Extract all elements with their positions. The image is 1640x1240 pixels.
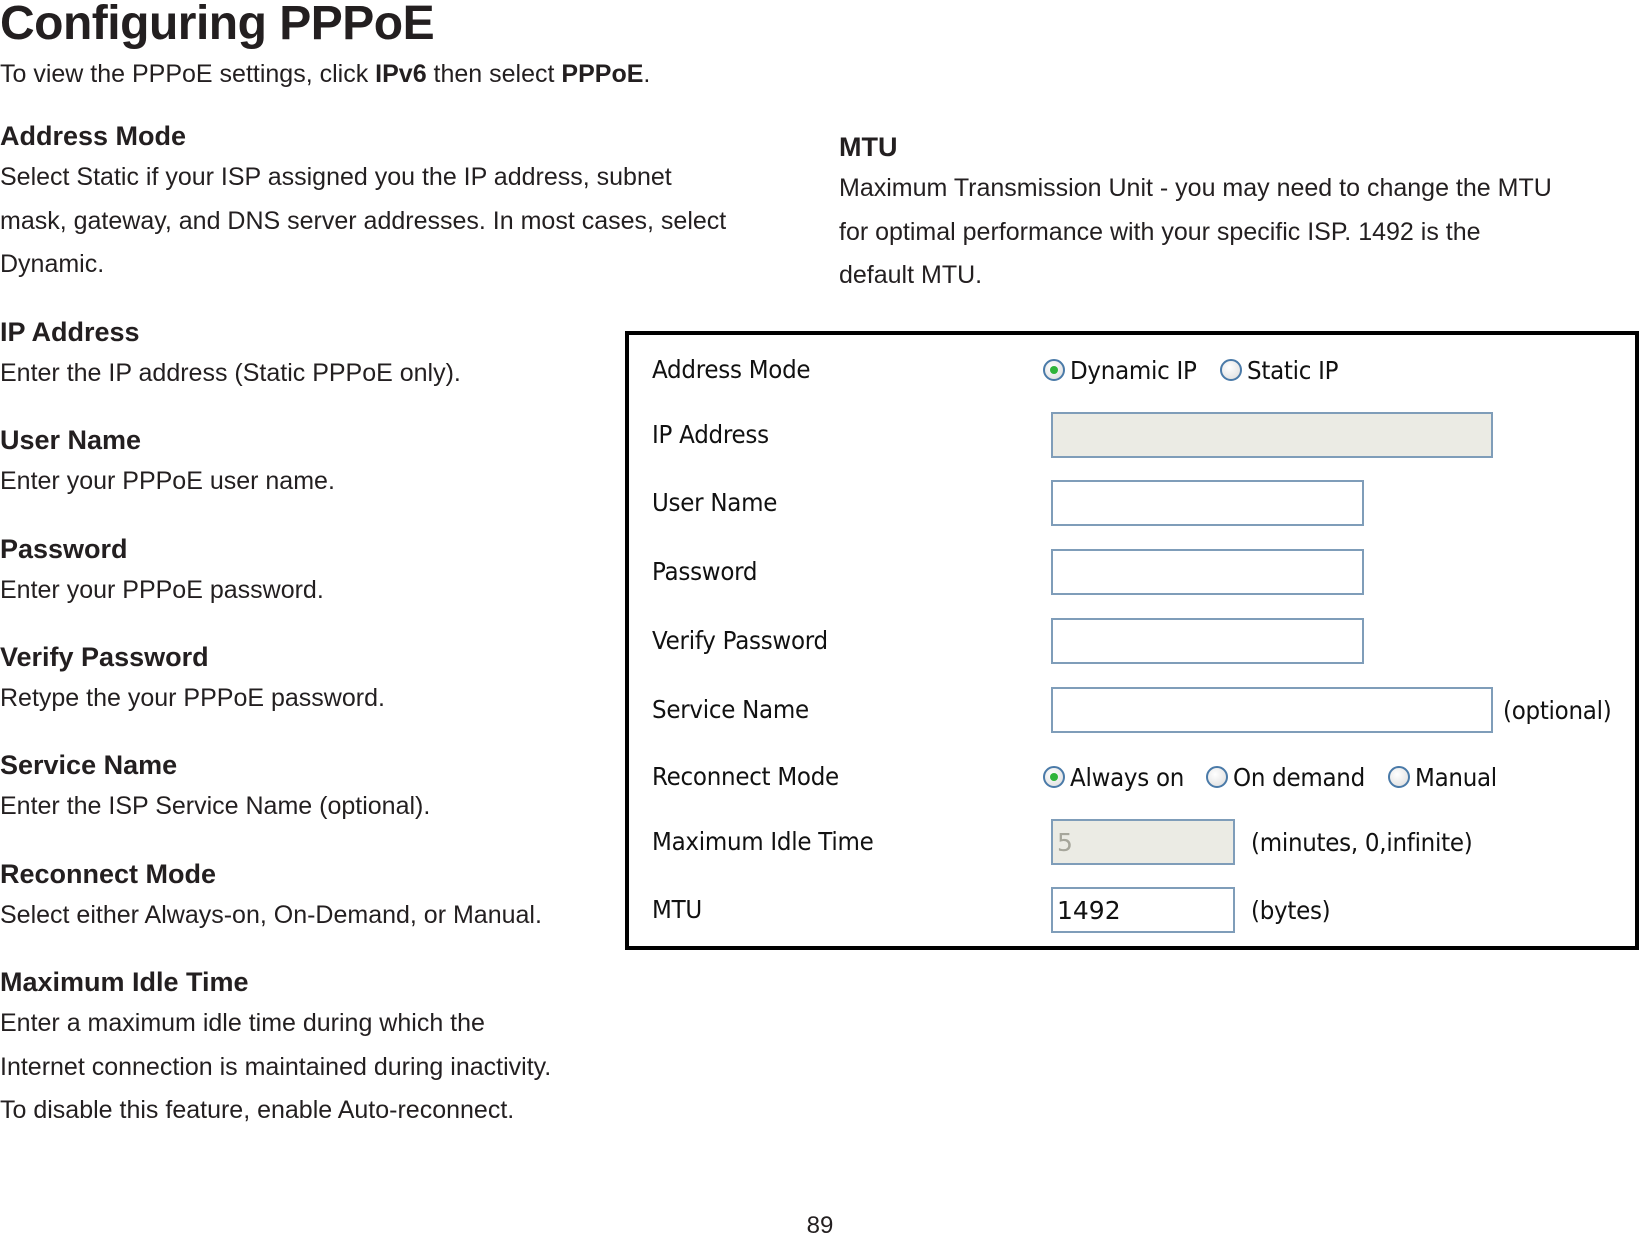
mtu-label: MTU [652,895,702,924]
section-service-name: Service Name Enter the ISP Service Name … [0,747,430,829]
section-line: Dynamic. [0,250,105,278]
mtu-input[interactable] [1051,887,1235,933]
section-line: default MTU. [839,261,983,289]
section-reconnect-mode: Reconnect Mode Select either Always-on, … [0,856,542,938]
section-heading: Address Mode [0,121,187,151]
row-ip-address: IP Address [629,412,1635,458]
service-name-control: (optional) [1051,687,1621,733]
row-verify-password: Verify Password [629,618,1635,664]
ip-address-label: IP Address [652,420,769,449]
address-mode-label: Address Mode [652,355,811,384]
section-verify-password: Verify Password Retype the your PPPoE pa… [0,639,385,721]
verify-password-input[interactable] [1051,618,1364,664]
verify-password-control [1051,618,1364,664]
ip-address-control [1051,412,1493,458]
section-max-idle-time: Maximum Idle Time Enter a maximum idle t… [0,964,551,1133]
radio-unchecked-icon[interactable] [1206,766,1229,788]
reconnect-mode-label: Reconnect Mode [652,762,839,791]
user-name-input[interactable] [1051,480,1364,526]
row-reconnect-mode: Reconnect Mode Always on On demand Manua… [629,757,1635,797]
section-heading: Reconnect Mode [0,859,217,889]
section-line: Retype the your PPPoE password. [0,684,385,712]
radio-static-ip[interactable]: Static IP [1219,355,1346,385]
password-input[interactable] [1051,549,1364,595]
verify-password-label: Verify Password [652,626,828,655]
section-line: Select Static if your ISP assigned you t… [0,163,672,191]
mtu-control: (bytes) [1051,887,1337,933]
radio-manual[interactable]: Manual [1388,763,1504,792]
intro-ipv6: IPv6 [375,60,427,88]
section-ip-address: IP Address Enter the IP address (Static … [0,314,461,396]
password-control [1051,549,1364,595]
password-label: Password [652,557,758,586]
radio-unchecked-icon[interactable] [1219,359,1242,381]
radio-unchecked-icon[interactable] [1388,766,1411,788]
section-mtu: MTU Maximum Transmission Unit - you may … [839,129,1552,298]
section-user-name: User Name Enter your PPPoE user name. [0,422,335,504]
section-line: Maximum Transmission Unit - you may need… [839,174,1552,202]
intro-text: To view the PPPoE settings, click IPv6 t… [0,56,650,92]
section-heading: User Name [0,425,142,455]
max-idle-time-control: (minutes, 0,infinite) [1051,819,1492,865]
section-line: To disable this feature, enable Auto-rec… [0,1096,515,1124]
row-password: Password [629,549,1635,595]
section-line: mask, gateway, and DNS server addresses.… [0,206,727,235]
radio-checked-icon[interactable] [1043,766,1065,788]
service-name-input[interactable] [1051,687,1493,733]
section-line: Enter your PPPoE user name. [0,467,335,495]
pppoe-settings-panel: Address Mode Dynamic IP Static IP IP Add… [625,331,1639,950]
section-heading: Password [0,534,128,564]
section-line: Select either Always-on, On-Demand, or M… [0,901,542,929]
radio-label: Dynamic IP [1070,355,1197,385]
radio-dynamic-ip[interactable]: Dynamic IP [1043,356,1208,385]
section-line: Enter your PPPoE password. [0,576,324,604]
intro-prefix: To view the PPPoE settings, click [0,60,376,88]
row-max-idle-time: Maximum Idle Time (minutes, 0,infinite) [629,819,1635,865]
section-heading: Verify Password [0,642,209,672]
section-address-mode: Address Mode Select Static if your ISP a… [0,118,726,287]
page-title: Configuring PPPoE [0,0,435,50]
service-name-label: Service Name [652,695,809,724]
section-heading: IP Address [0,317,140,347]
max-idle-time-hint: (minutes, 0,infinite) [1251,827,1473,857]
section-password: Password Enter your PPPoE password. [0,531,324,613]
section-heading: Maximum Idle Time [0,967,249,997]
radio-label: Always on [1070,762,1185,792]
ip-address-input[interactable] [1051,412,1493,458]
address-mode-radio-group: Dynamic IP Static IP [1043,350,1354,390]
section-line: Enter the ISP Service Name (optional). [0,792,431,820]
row-user-name: User Name [629,480,1635,526]
section-line: Enter a maximum idle time during which t… [0,1009,485,1037]
section-line: Internet connection is maintained during… [0,1052,552,1081]
radio-label: Manual [1415,762,1498,792]
row-address-mode: Address Mode Dynamic IP Static IP [629,350,1635,390]
max-idle-time-label: Maximum Idle Time [652,827,874,856]
max-idle-time-input[interactable] [1051,819,1235,865]
reconnect-mode-radio-group: Always on On demand Manual [1043,757,1512,797]
row-mtu: MTU (bytes) [629,887,1635,933]
section-line: for optimal performance with your specif… [839,217,1481,246]
section-heading: Service Name [0,750,178,780]
radio-checked-icon[interactable] [1043,359,1065,381]
user-name-control [1051,480,1364,526]
section-heading: MTU [839,132,898,162]
user-name-label: User Name [652,488,778,517]
service-name-hint: (optional) [1503,695,1612,725]
row-service-name: Service Name (optional) [629,687,1635,733]
section-line: Enter the IP address (Static PPPoE only)… [0,359,461,387]
intro-middle: then select [426,60,562,88]
page-number: 89 [806,1212,834,1239]
radio-on-demand[interactable]: On demand [1206,763,1376,792]
radio-always-on[interactable]: Always on [1043,763,1194,792]
radio-label: Static IP [1246,355,1339,385]
mtu-hint: (bytes) [1251,895,1331,925]
intro-suffix: . [643,60,651,88]
intro-pppoe: PPPoE [561,60,644,88]
radio-label: On demand [1233,762,1365,792]
